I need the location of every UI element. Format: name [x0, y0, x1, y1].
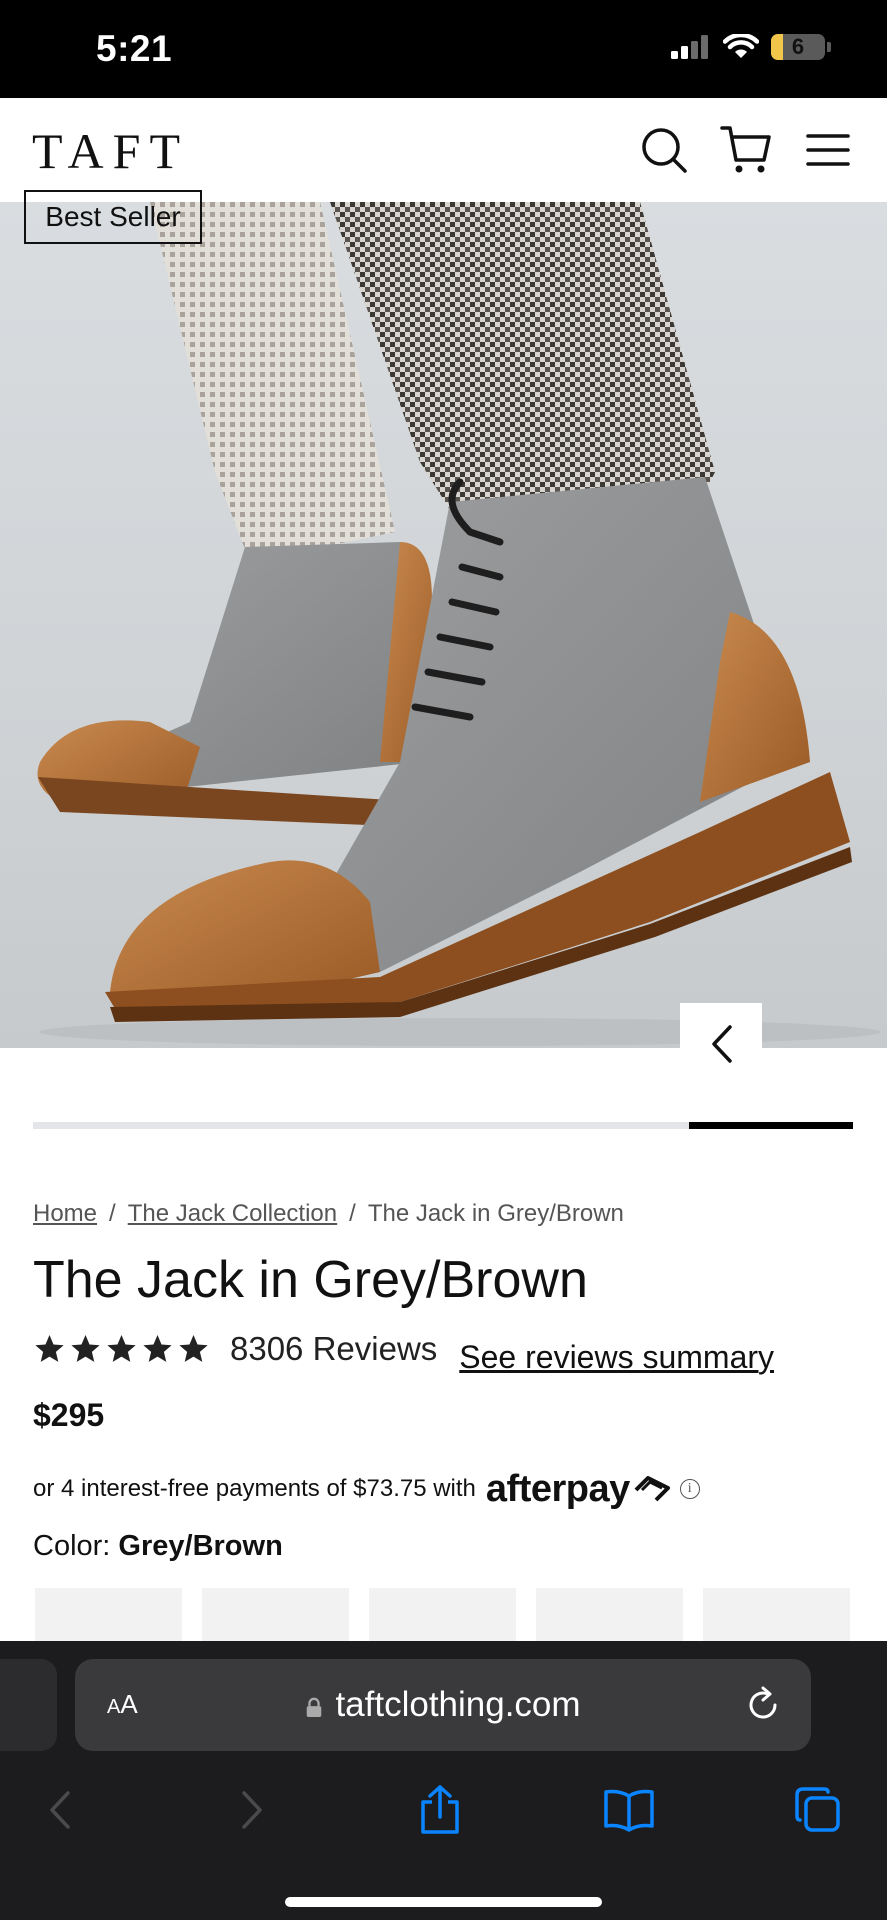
status-icons: 6	[671, 34, 831, 60]
info-icon[interactable]: i	[679, 1479, 700, 1499]
battery-icon: 6	[771, 34, 825, 60]
taft-logo[interactable]: TAFT	[32, 122, 189, 180]
reload-icon[interactable]	[743, 1685, 783, 1730]
color-label: Color:	[33, 1530, 111, 1562]
previous-tab-preview[interactable]	[0, 1659, 57, 1751]
cellular-signal-icon	[671, 35, 708, 59]
home-indicator[interactable]	[285, 1897, 602, 1907]
afterpay-arrows-icon	[634, 1476, 670, 1502]
forward-icon[interactable]	[222, 1780, 282, 1840]
address-bar[interactable]: AA taftclothing.com	[75, 1659, 811, 1751]
product-image-carousel[interactable]	[0, 202, 887, 1048]
star-rating[interactable]	[33, 1333, 210, 1365]
search-icon[interactable]	[636, 122, 692, 178]
best-seller-badge: Best Seller	[24, 190, 202, 244]
color-swatch[interactable]	[536, 1588, 683, 1643]
review-count[interactable]: 8306 Reviews	[230, 1330, 437, 1368]
wifi-icon	[723, 34, 759, 58]
carousel-prev-button[interactable]	[680, 1003, 762, 1085]
status-bar: 5:21 6	[0, 0, 887, 98]
browser-url-bar-area: AA taftclothing.com	[0, 1641, 887, 1752]
color-selector-label: Color: Grey/Brown	[33, 1530, 283, 1563]
star-icon	[35, 1335, 64, 1362]
battery-cap	[827, 42, 831, 52]
see-reviews-summary-link[interactable]: See reviews summary	[459, 1339, 774, 1376]
lock-icon	[307, 1697, 322, 1717]
star-icon	[71, 1335, 100, 1362]
breadcrumb-current: The Jack in Grey/Brown	[367, 1200, 624, 1227]
battery-level: 6	[791, 34, 805, 59]
back-icon[interactable]	[30, 1780, 90, 1840]
carousel-progress-track[interactable]	[33, 1122, 853, 1129]
breadcrumb-home-link[interactable]: Home	[33, 1200, 97, 1227]
color-swatch[interactable]	[369, 1588, 516, 1643]
breadcrumb-separator: /	[349, 1200, 356, 1227]
breadcrumb-separator: /	[109, 1200, 116, 1227]
product-title: The Jack in Grey/Brown	[33, 1251, 588, 1309]
product-price: $295	[33, 1397, 105, 1433]
share-icon[interactable]	[410, 1780, 470, 1840]
star-icon	[107, 1335, 136, 1362]
afterpay-row: or 4 interest-free payments of $73.75 wi…	[33, 1464, 700, 1514]
star-icon	[179, 1335, 208, 1362]
color-value: Grey/Brown	[118, 1530, 283, 1562]
star-icon	[143, 1335, 172, 1362]
url-label: taftclothing.com	[335, 1685, 581, 1724]
color-swatch[interactable]	[202, 1588, 349, 1643]
chevron-left-icon	[712, 1025, 732, 1063]
afterpay-text: or 4 interest-free payments of $73.75 wi…	[33, 1475, 476, 1502]
menu-icon[interactable]	[800, 122, 856, 178]
afterpay-logo: afterpay	[485, 1467, 630, 1510]
carousel-progress-indicator	[689, 1122, 853, 1129]
site-header: TAFT	[0, 98, 887, 202]
product-photo	[37, 202, 880, 1046]
url-text[interactable]: taftclothing.com	[75, 1685, 811, 1725]
breadcrumb: Home / The Jack Collection / The Jack in Gre…	[33, 1200, 624, 1228]
color-swatches	[35, 1588, 850, 1643]
bookmarks-icon[interactable]	[599, 1780, 659, 1840]
color-swatch[interactable]	[35, 1588, 182, 1643]
breadcrumb-collection-link[interactable]: The Jack Collection	[128, 1200, 337, 1227]
rating-row: 8306 Reviews See reviews summary	[33, 1326, 774, 1375]
tabs-icon[interactable]	[788, 1780, 848, 1840]
color-swatch[interactable]	[703, 1588, 850, 1643]
browser-toolbar	[0, 1752, 887, 1920]
status-time: 5:21	[96, 28, 173, 69]
cart-icon[interactable]	[718, 122, 774, 178]
